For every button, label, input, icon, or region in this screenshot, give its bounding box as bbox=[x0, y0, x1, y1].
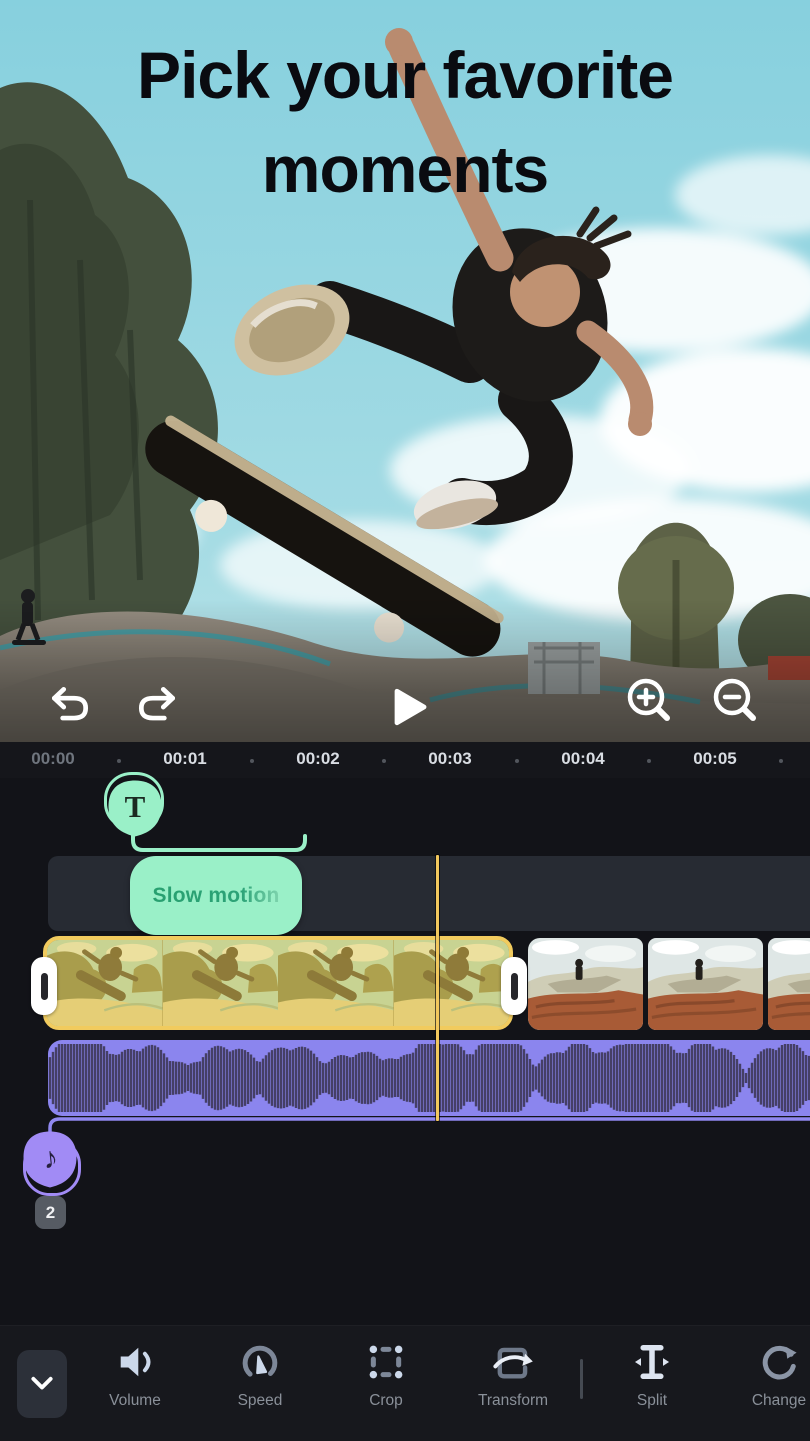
title-line-2: moments bbox=[0, 122, 810, 216]
zoom-out-button[interactable] bbox=[706, 672, 762, 728]
ruler-tick: 00:05 bbox=[693, 749, 736, 769]
split-button[interactable]: Split bbox=[600, 1336, 704, 1436]
clip-thumbnail bbox=[394, 940, 510, 1026]
music-track-badge[interactable]: ♪ bbox=[22, 1130, 78, 1189]
transform-button[interactable]: Transform bbox=[461, 1336, 565, 1436]
ruler-tick: 00:01 bbox=[163, 749, 206, 769]
volume-label: Volume bbox=[109, 1392, 161, 1410]
playhead[interactable] bbox=[436, 855, 439, 1121]
ruler-dot bbox=[647, 759, 651, 763]
video-preview[interactable]: Pick your favorite moments bbox=[0, 0, 810, 742]
zoom-in-icon bbox=[620, 672, 676, 728]
speed-icon bbox=[238, 1336, 282, 1388]
trim-handle-right[interactable] bbox=[501, 957, 527, 1015]
clip-thumbnail bbox=[163, 940, 279, 1026]
undo-button[interactable] bbox=[42, 677, 98, 733]
crop-label: Crop bbox=[369, 1392, 403, 1410]
ruler-tick: 00:04 bbox=[561, 749, 604, 769]
video-clip-selected[interactable] bbox=[43, 936, 513, 1030]
ruler-dot bbox=[250, 759, 254, 763]
crop-button[interactable]: Crop bbox=[334, 1336, 438, 1436]
crop-icon bbox=[364, 1336, 408, 1388]
music-note-icon: ♪ bbox=[41, 1141, 59, 1176]
play-button[interactable] bbox=[378, 679, 434, 735]
volume-icon bbox=[113, 1336, 157, 1388]
trim-handle-left[interactable] bbox=[31, 957, 57, 1015]
audio-track-2-outline bbox=[42, 1116, 810, 1136]
transform-label: Transform bbox=[478, 1392, 548, 1410]
speed-label: Speed bbox=[238, 1392, 283, 1410]
clip-thumbnail bbox=[648, 938, 763, 1030]
text-clip-icon: T bbox=[125, 789, 146, 825]
audio-count-value: 2 bbox=[46, 1203, 55, 1223]
redo-icon bbox=[134, 682, 180, 728]
audio-count-badge: 2 bbox=[35, 1196, 66, 1229]
split-icon bbox=[630, 1336, 674, 1388]
trim-handle-grip bbox=[511, 973, 518, 1000]
trim-handle-grip bbox=[41, 973, 48, 1000]
undo-icon bbox=[47, 682, 93, 728]
title-line-1: Pick your favorite bbox=[0, 28, 810, 122]
transform-icon bbox=[491, 1336, 535, 1388]
ruler-dot bbox=[515, 759, 519, 763]
ruler-tick: 00:02 bbox=[296, 749, 339, 769]
speed-button[interactable]: Speed bbox=[208, 1336, 312, 1436]
change-icon bbox=[757, 1336, 801, 1388]
split-label: Split bbox=[637, 1392, 667, 1410]
bottom-toolbar: Volume Speed C bbox=[0, 1325, 810, 1441]
ruler-dot bbox=[382, 759, 386, 763]
zoom-out-icon bbox=[706, 672, 762, 728]
slow-motion-label: Slow motion bbox=[152, 884, 279, 908]
toolbar-divider bbox=[580, 1359, 583, 1399]
ruler-dot bbox=[117, 759, 121, 763]
play-icon bbox=[381, 682, 431, 732]
change-button[interactable]: Change bbox=[727, 1336, 810, 1436]
change-label: Change bbox=[752, 1392, 806, 1410]
volume-button[interactable]: Volume bbox=[83, 1336, 187, 1436]
ruler-tick: 00:00 bbox=[31, 749, 74, 769]
clip-thumbnail bbox=[278, 940, 394, 1026]
slow-motion-text-clip[interactable]: Slow motion bbox=[130, 856, 302, 935]
collapse-toolbar-button[interactable] bbox=[17, 1350, 67, 1418]
chevron-down-icon bbox=[23, 1363, 61, 1405]
onboarding-title: Pick your favorite moments bbox=[0, 28, 810, 216]
clip-thumbnail bbox=[768, 938, 810, 1030]
ruler-tick: 00:03 bbox=[428, 749, 471, 769]
redo-button[interactable] bbox=[129, 677, 185, 733]
audio-waveform bbox=[48, 1040, 810, 1116]
ruler-dot bbox=[779, 759, 783, 763]
clip-thumbnail bbox=[47, 940, 163, 1026]
clip-thumbnail bbox=[528, 938, 643, 1030]
zoom-in-button[interactable] bbox=[620, 672, 676, 728]
text-clip-duration-bracket bbox=[125, 829, 311, 855]
video-clip-canyon[interactable] bbox=[528, 938, 810, 1030]
audio-clip[interactable] bbox=[48, 1040, 810, 1116]
